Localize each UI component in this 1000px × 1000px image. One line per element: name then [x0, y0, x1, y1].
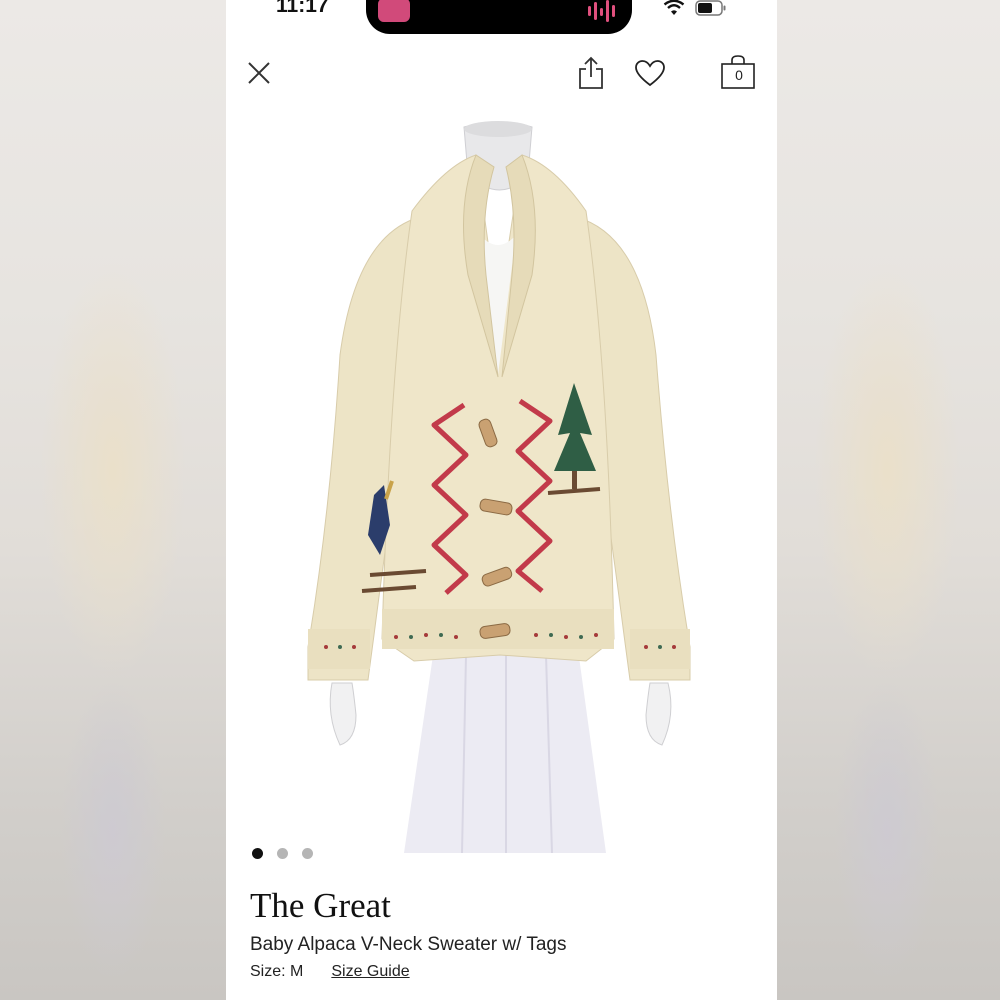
close-button[interactable] [244, 58, 274, 88]
phone-screen: 11:17 0 The Great Baby Alpaca V-Neck Swe… [226, 0, 777, 1000]
size-guide-link[interactable]: Size Guide [331, 963, 409, 981]
carousel-dot-active[interactable] [252, 848, 263, 859]
product-title: Baby Alpaca V-Neck Sweater w/ Tags [250, 934, 567, 955]
carousel-dots [252, 848, 313, 859]
status-icons [663, 0, 727, 16]
size-row: Size: M Size Guide [250, 963, 410, 981]
backdrop-glow [40, 260, 186, 680]
close-icon [248, 62, 270, 84]
now-playing-artwork [378, 0, 410, 22]
product-image[interactable] [296, 115, 706, 855]
share-button[interactable] [574, 54, 608, 92]
backdrop-glow [60, 680, 166, 980]
bag-count: 0 [735, 67, 743, 83]
dynamic-island [366, 0, 632, 34]
status-time: 11:17 [276, 0, 329, 17]
audio-waveform-icon [588, 0, 615, 22]
shopping-bag-button[interactable]: 0 [720, 54, 758, 92]
brand-name: The Great [250, 886, 391, 925]
carousel-dot[interactable] [302, 848, 313, 859]
battery-icon [695, 0, 726, 16]
carousel-dot[interactable] [277, 848, 288, 859]
backdrop-glow [834, 680, 940, 980]
backdrop-right [774, 0, 1000, 1000]
size-label: Size: M [250, 963, 304, 980]
heart-icon [635, 60, 665, 87]
share-icon [579, 56, 603, 89]
backdrop-glow [814, 260, 960, 680]
wifi-icon [663, 0, 685, 15]
favorite-button[interactable] [632, 56, 668, 90]
sweater-photo [307, 121, 691, 854]
backdrop-left [0, 0, 226, 1000]
